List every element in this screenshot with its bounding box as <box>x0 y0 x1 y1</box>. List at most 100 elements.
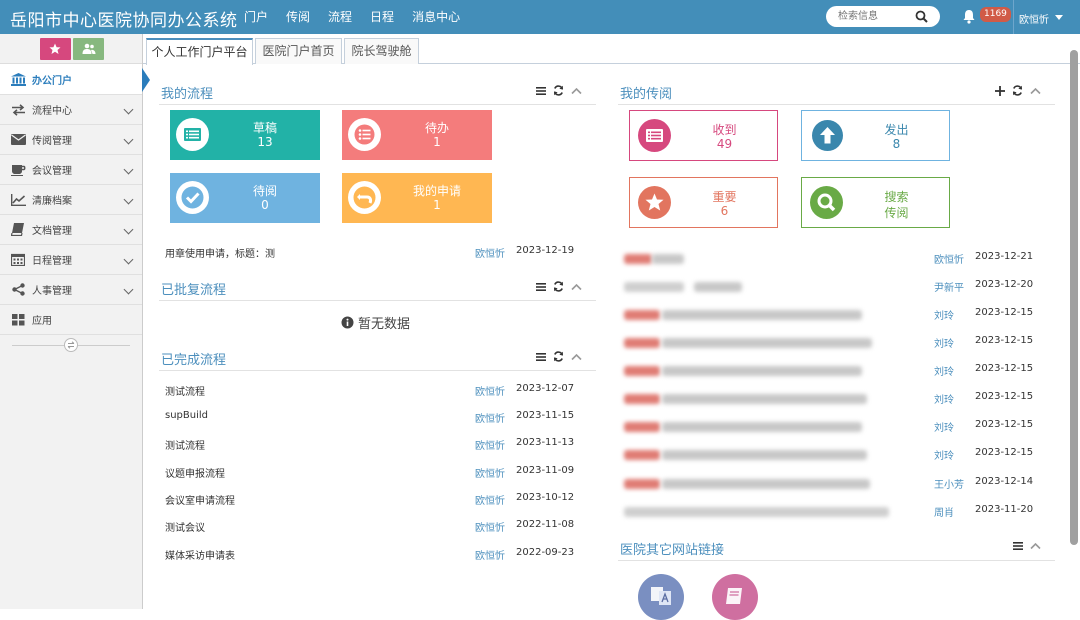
refresh-icon[interactable] <box>553 281 564 292</box>
sidebar-item-label: 会议管理 <box>32 166 72 177</box>
list-item[interactable]: 议题申报流程 欧恒忻 2023-11-09 <box>165 465 575 483</box>
menu-icon[interactable] <box>1013 541 1023 551</box>
redacted-text <box>624 282 684 292</box>
tile-count: 13 <box>257 135 273 149</box>
flow-date: 2022-11-08 <box>516 519 575 530</box>
circulation-date: 2023-12-21 <box>975 251 1034 262</box>
important-tile[interactable]: 重要 6 <box>629 177 778 228</box>
list-item[interactable]: 刘玲 2023-12-15 <box>622 447 1042 465</box>
list-item[interactable]: supBuild 欧恒忻 2023-11-15 <box>165 410 575 428</box>
tab-president-cockpit[interactable]: 院长驾驶舱 <box>344 38 419 64</box>
flow-user: 欧恒忻 <box>475 469 505 480</box>
page-scrollbar[interactable] <box>1070 50 1078 545</box>
refresh-icon[interactable] <box>553 351 564 362</box>
search-icon[interactable] <box>915 10 928 23</box>
list-item[interactable]: 用章使用申请，标题：测 欧恒忻 2023-12-19 <box>165 245 575 263</box>
sidebar: 办公门户 流程中心 传阅管理 会议管理 清廉档案 文档管理 日程管理 人事管理 … <box>0 34 150 609</box>
sidebar-collapse-toggle[interactable] <box>0 335 142 357</box>
list-item[interactable]: 刘玲 2023-12-15 <box>622 363 1042 381</box>
circulation-date: 2023-12-14 <box>975 476 1034 487</box>
list-item[interactable]: 刘玲 2023-12-15 <box>622 307 1042 325</box>
chevron-up-icon[interactable] <box>571 353 582 361</box>
list-item[interactable]: 尹新平 2023-12-20 <box>622 279 1042 297</box>
chevron-up-icon[interactable] <box>1030 87 1041 95</box>
sidebar-item-meetings[interactable]: 会议管理 <box>0 155 142 185</box>
flow-title: 测试流程 <box>165 387 205 398</box>
sidebar-shortcuts <box>0 34 142 64</box>
top-navbar: 岳阳市中心医院协同办公系统 门户 传阅 流程 日程 消息中心 1169 欧恒忻 <box>0 0 1080 34</box>
received-tile[interactable]: 收到 49 <box>629 110 778 161</box>
list-item[interactable]: 刘玲 2023-12-15 <box>622 335 1042 353</box>
bell-icon[interactable] <box>962 9 976 24</box>
menu-icon[interactable] <box>536 352 546 362</box>
sidebar-item-circulation[interactable]: 传阅管理 <box>0 125 142 155</box>
flow-date: 2023-11-09 <box>516 465 575 476</box>
users-shortcut-button[interactable] <box>73 38 104 60</box>
list-item[interactable]: 测试会议 欧恒忻 2022-11-08 <box>165 519 575 537</box>
draft-tile[interactable]: 草稿 13 <box>170 110 320 160</box>
list-item[interactable]: 会议室申请流程 欧恒忻 2023-10-12 <box>165 492 575 510</box>
chevron-up-icon[interactable] <box>571 283 582 291</box>
flow-user: 欧恒忻 <box>475 523 505 534</box>
list-item[interactable]: 测试流程 欧恒忻 2023-11-13 <box>165 437 575 455</box>
sidebar-item-integrity-archive[interactable]: 清廉档案 <box>0 185 142 215</box>
top-nav-schedule[interactable]: 日程 <box>362 0 402 34</box>
user-menu[interactable]: 欧恒忻 <box>1019 11 1049 26</box>
circulation-date: 2023-11-20 <box>975 504 1034 515</box>
refresh-icon[interactable] <box>1012 85 1023 96</box>
todo-tile[interactable]: 待办 1 <box>342 110 492 160</box>
check-circle-icon <box>181 186 204 209</box>
to-read-tile[interactable]: 待阅 0 <box>170 173 320 223</box>
plus-icon[interactable] <box>995 85 1005 96</box>
hospital-site-link[interactable] <box>712 574 758 620</box>
double-arrow-icon[interactable] <box>64 338 78 352</box>
flow-title: 用章使用申请，标题：测 <box>165 249 275 260</box>
widget-title-approved-flow: 已批复流程 <box>161 283 227 298</box>
flow-date: 2023-11-13 <box>516 437 575 448</box>
list-item[interactable]: 周肖 2023-11-20 <box>622 504 1042 522</box>
hospital-site-link[interactable] <box>638 574 684 620</box>
favorites-shortcut-button[interactable] <box>40 38 71 60</box>
search-circulation-tile[interactable]: 搜索 传阅 <box>801 177 950 228</box>
sidebar-item-apps[interactable]: 应用 <box>0 305 142 335</box>
menu-icon[interactable] <box>536 282 546 292</box>
my-application-tile[interactable]: 我的申请 1 <box>342 173 492 223</box>
tile-count: 0 <box>261 198 269 212</box>
sent-tile[interactable]: 发出 8 <box>801 110 950 161</box>
flow-user: 欧恒忻 <box>475 414 505 425</box>
flow-user: 欧恒忻 <box>475 496 505 507</box>
widget-title-hospital-links: 医院其它网站链接 <box>620 543 725 558</box>
tile-count: 1 <box>433 135 441 149</box>
sidebar-item-label: 文档管理 <box>32 226 72 237</box>
tab-personal-portal[interactable]: 个人工作门户平台 <box>146 38 253 65</box>
sidebar-item-label: 流程中心 <box>32 106 72 117</box>
chevron-up-icon[interactable] <box>571 87 582 95</box>
tab-hospital-home[interactable]: 医院门户首页 <box>255 38 342 64</box>
list-item[interactable]: 媒体采访申请表 欧恒忻 2022-09-23 <box>165 547 575 565</box>
chevron-up-icon[interactable] <box>1030 542 1041 550</box>
sidebar-item-office-portal[interactable]: 办公门户 <box>0 64 150 95</box>
caret-down-icon[interactable] <box>1055 15 1063 20</box>
top-nav-flow[interactable]: 流程 <box>320 0 360 34</box>
sidebar-item-documents[interactable]: 文档管理 <box>0 215 142 245</box>
list-item[interactable]: 王小芳 2023-12-14 <box>622 476 1042 494</box>
list-item[interactable]: 刘玲 2023-12-15 <box>622 419 1042 437</box>
tab-bar: 个人工作门户平台 医院门户首页 院长驾驶舱 <box>143 34 1080 65</box>
list-item[interactable]: 测试流程 欧恒忻 2023-12-07 <box>165 383 575 401</box>
search-input[interactable] <box>838 9 918 24</box>
menu-icon[interactable] <box>536 86 546 96</box>
refresh-icon[interactable] <box>553 85 564 96</box>
sidebar-item-flow-center[interactable]: 流程中心 <box>0 95 142 125</box>
sidebar-item-schedule[interactable]: 日程管理 <box>0 245 142 275</box>
list-item[interactable]: 欧恒忻 2023-12-21 <box>622 251 1042 269</box>
widget-toolbar <box>536 281 582 292</box>
tile-icon-bg <box>638 119 671 152</box>
top-nav-circulation[interactable]: 传阅 <box>278 0 318 34</box>
flow-title: 测试流程 <box>165 441 205 452</box>
flow-title: 会议室申请流程 <box>165 496 235 507</box>
top-nav-portal[interactable]: 门户 <box>236 0 276 34</box>
sidebar-item-personnel[interactable]: 人事管理 <box>0 275 142 305</box>
top-nav-messages[interactable]: 消息中心 <box>404 0 468 34</box>
notification-badge[interactable]: 1169 <box>980 7 1011 22</box>
list-item[interactable]: 刘玲 2023-12-15 <box>622 391 1042 409</box>
